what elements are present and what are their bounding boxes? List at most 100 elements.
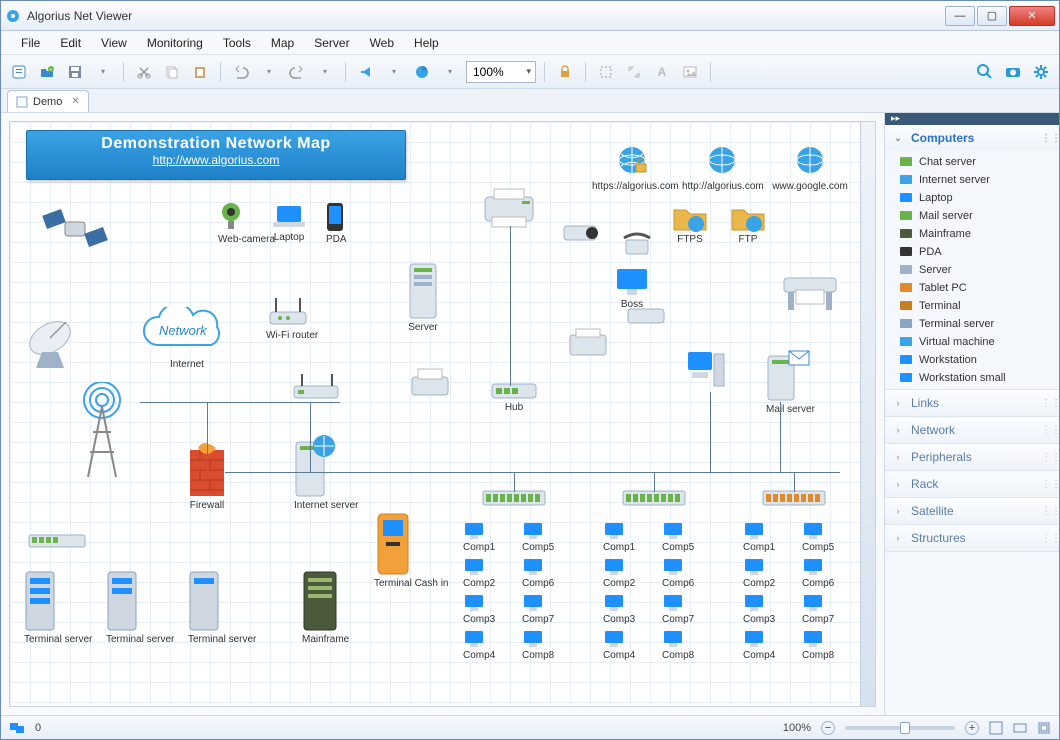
comp-node[interactable]: Comp7: [802, 594, 834, 625]
switch-3-node[interactable]: [762, 490, 826, 506]
tab-demo[interactable]: Demo ✕: [7, 90, 89, 112]
cut-icon[interactable]: [132, 60, 156, 84]
palette-item[interactable]: Chat server: [885, 153, 1059, 171]
server-node[interactable]: Server: [408, 262, 438, 333]
menu-edit[interactable]: Edit: [52, 33, 89, 53]
palette-item[interactable]: Workstation small: [885, 369, 1059, 387]
comp-node[interactable]: Comp4: [463, 630, 495, 661]
image-icon[interactable]: [678, 60, 702, 84]
globe-node-http[interactable]: http://algorius.com: [682, 144, 762, 192]
network-map-canvas[interactable]: Demonstration Network Map http://www.alg…: [9, 121, 876, 707]
ftp-node[interactable]: FTP: [730, 202, 766, 245]
category-network[interactable]: ›Network⋮⋮: [885, 417, 1059, 444]
internet-server-node[interactable]: Internet server: [294, 440, 358, 511]
tower-node[interactable]: [72, 382, 132, 482]
lock-icon[interactable]: [553, 60, 577, 84]
comp-node[interactable]: Comp7: [662, 594, 694, 625]
copy-icon[interactable]: [160, 60, 184, 84]
chart-icon[interactable]: [410, 60, 434, 84]
palette-item[interactable]: Workstation: [885, 351, 1059, 369]
switch-2-node[interactable]: [622, 490, 686, 506]
gear-icon[interactable]: [1029, 60, 1053, 84]
menu-view[interactable]: View: [93, 33, 135, 53]
comp-node[interactable]: Comp2: [463, 558, 495, 589]
text-icon[interactable]: A: [650, 60, 674, 84]
palette-item[interactable]: Tablet PC: [885, 279, 1059, 297]
fit-window-icon[interactable]: [989, 721, 1003, 735]
comp-node[interactable]: Comp7: [522, 594, 554, 625]
ftps-node[interactable]: FTPS: [672, 202, 708, 245]
search-icon[interactable]: [973, 60, 997, 84]
comp-node[interactable]: Comp6: [522, 558, 554, 589]
network-cloud-node[interactable]: Network Internet: [137, 307, 237, 370]
fit-width-icon[interactable]: [1013, 721, 1027, 735]
comp-node[interactable]: Comp8: [522, 630, 554, 661]
comp-node[interactable]: Comp8: [662, 630, 694, 661]
mainframe-node[interactable]: Mainframe: [302, 570, 349, 645]
chart-dropdown-icon[interactable]: ▾: [438, 60, 462, 84]
menu-map[interactable]: Map: [263, 33, 302, 53]
webcam-node[interactable]: Web-camera: [218, 202, 275, 245]
terminal-cashin-node[interactable]: Terminal Cash in: [374, 512, 448, 589]
plotter-node[interactable]: [780, 272, 840, 312]
mail-server-node[interactable]: Mail server: [766, 354, 815, 415]
close-button[interactable]: ✕: [1009, 6, 1055, 26]
undo-icon[interactable]: [229, 60, 253, 84]
palette-item[interactable]: Laptop: [885, 189, 1059, 207]
save-icon[interactable]: [63, 60, 87, 84]
globe-node-google[interactable]: www.google.com: [770, 144, 850, 192]
palette-item[interactable]: Server: [885, 261, 1059, 279]
rack-switch-node[interactable]: [28, 534, 86, 548]
palette-item[interactable]: Internet server: [885, 171, 1059, 189]
switch-1-node[interactable]: [482, 490, 546, 506]
comp-node[interactable]: Comp2: [743, 558, 775, 589]
satellite-node[interactable]: [40, 202, 110, 257]
laptop-node[interactable]: Laptop: [272, 204, 306, 243]
boss-monitor-node[interactable]: Boss: [615, 267, 649, 310]
projector-node[interactable]: [562, 222, 602, 244]
menu-web[interactable]: Web: [362, 33, 402, 53]
palette-item[interactable]: Mainframe: [885, 225, 1059, 243]
palette-item[interactable]: PDA: [885, 243, 1059, 261]
zoom-out-icon[interactable]: −: [821, 721, 835, 735]
category-links[interactable]: ›Links⋮⋮: [885, 390, 1059, 417]
comp-node[interactable]: Comp4: [743, 630, 775, 661]
palette-item[interactable]: Terminal server: [885, 315, 1059, 333]
terminal-server-2-node[interactable]: Terminal server: [106, 570, 174, 645]
scanner-node[interactable]: [626, 307, 666, 325]
fax-node[interactable]: [568, 327, 608, 359]
comp-node[interactable]: Comp6: [662, 558, 694, 589]
palette-item[interactable]: Mail server: [885, 207, 1059, 225]
menu-monitoring[interactable]: Monitoring: [139, 33, 211, 53]
tab-close-icon[interactable]: ✕: [71, 96, 79, 107]
pda-node[interactable]: PDA: [326, 202, 347, 245]
comp-node[interactable]: Comp1: [603, 522, 635, 553]
printer-node[interactable]: [480, 187, 538, 229]
camera-icon[interactable]: [1001, 60, 1025, 84]
category-peripherals[interactable]: ›Peripherals⋮⋮: [885, 444, 1059, 471]
minimize-button[interactable]: —: [945, 6, 975, 26]
redo-icon[interactable]: [285, 60, 309, 84]
menu-help[interactable]: Help: [406, 33, 447, 53]
undo-dropdown-icon[interactable]: ▾: [257, 60, 281, 84]
maximize-button[interactable]: ▢: [977, 6, 1007, 26]
globe-node-https[interactable]: https://algorius.com: [592, 144, 672, 192]
dish-node[interactable]: [22, 312, 82, 372]
comp-node[interactable]: Comp8: [802, 630, 834, 661]
comp-node[interactable]: Comp5: [522, 522, 554, 553]
comp-node[interactable]: Comp1: [463, 522, 495, 553]
select-icon[interactable]: [594, 60, 618, 84]
workstation-right-node[interactable]: [686, 350, 726, 390]
comp-node[interactable]: Comp6: [802, 558, 834, 589]
open-icon[interactable]: +: [35, 60, 59, 84]
terminal-server-1-node[interactable]: Terminal server: [24, 570, 92, 645]
comp-node[interactable]: Comp3: [603, 594, 635, 625]
comp-node[interactable]: Comp1: [743, 522, 775, 553]
comp-node[interactable]: Comp3: [463, 594, 495, 625]
phone-node[interactable]: [622, 232, 652, 258]
modem-node[interactable]: [290, 372, 342, 402]
banner-url[interactable]: http://www.algorius.com: [27, 153, 405, 167]
comp-node[interactable]: Comp3: [743, 594, 775, 625]
comp-node[interactable]: Comp5: [662, 522, 694, 553]
comp-node[interactable]: Comp5: [802, 522, 834, 553]
